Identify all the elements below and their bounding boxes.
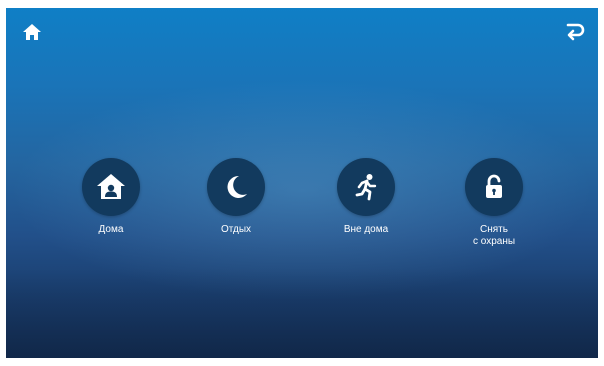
security-mode-screen: Дома Отдых Вне дома Снять с охраны (6, 8, 598, 358)
mode-rest-button[interactable]: Отдых (186, 158, 286, 236)
home-shield-icon (97, 174, 125, 199)
running-person-icon (355, 174, 377, 201)
home-button[interactable] (22, 22, 42, 42)
home-icon (23, 24, 41, 40)
mode-away-circle (337, 158, 395, 216)
moon-icon (227, 175, 247, 198)
mode-home-label: Дома (98, 224, 124, 235)
back-button[interactable] (564, 20, 586, 42)
mode-rest-circle (207, 158, 265, 216)
mode-away-label: Вне дома (343, 224, 389, 235)
mode-disarm-button[interactable]: Снять с охраны (444, 158, 544, 248)
mode-away-button[interactable]: Вне дома (316, 158, 416, 236)
return-arrow-icon (566, 23, 585, 41)
mode-disarm-circle (465, 158, 523, 216)
mode-selector: Дома Отдых Вне дома Снять с охраны (6, 158, 598, 268)
mode-home-circle (82, 158, 140, 216)
unlocked-padlock-icon (486, 174, 502, 198)
mode-home-button[interactable]: Дома (61, 158, 161, 236)
mode-disarm-label: Снять с охраны (472, 224, 516, 247)
mode-rest-label: Отдых (220, 224, 252, 235)
